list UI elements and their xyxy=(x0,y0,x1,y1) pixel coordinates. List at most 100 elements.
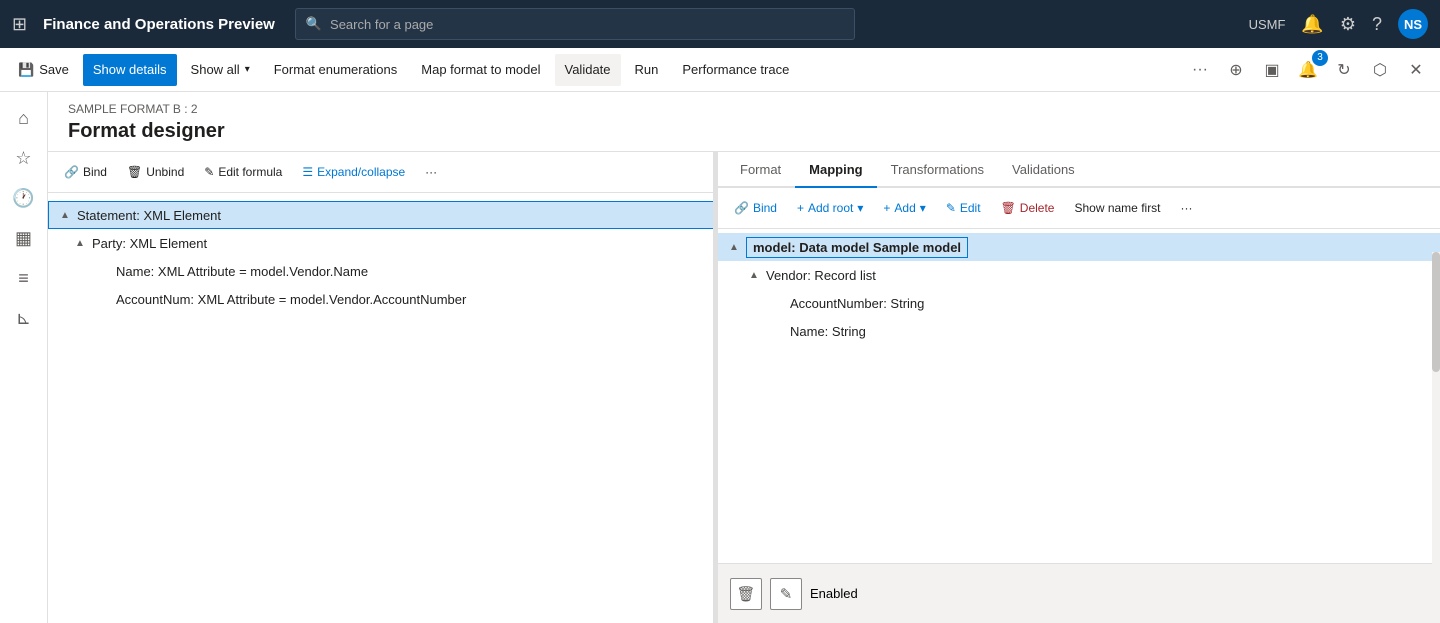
tab-transformations[interactable]: Transformations xyxy=(877,152,998,188)
designer-area: 🔗 Bind 🗑 Unbind ✎ Edit formula ☰ Expand/… xyxy=(48,152,1440,623)
user-avatar[interactable]: NS xyxy=(1398,9,1428,39)
tree-item-label: Name: XML Attribute = model.Vendor.Name xyxy=(116,264,368,279)
add-chevron-icon: ▾ xyxy=(920,201,926,215)
expand-collapse-button[interactable]: ☰ Expand/collapse xyxy=(294,158,413,186)
edit-formula-button[interactable]: ✎ Edit formula xyxy=(196,158,290,186)
right-bind-button[interactable]: 🔗 Bind xyxy=(726,194,785,222)
bind-button[interactable]: 🔗 Bind xyxy=(56,158,115,186)
add-root-icon: + xyxy=(797,201,804,215)
edit-button[interactable]: ✎ Edit xyxy=(938,194,989,222)
notification-badge: 3 xyxy=(1312,50,1328,66)
sidebar-favorites-icon[interactable]: ☆ xyxy=(6,140,42,176)
trash-icon: 🗑 xyxy=(736,585,755,603)
expand-icon: ☰ xyxy=(302,165,313,179)
open-in-new-button[interactable]: ⬡ xyxy=(1364,54,1396,86)
panel-toolbar: 🔗 Bind 🗑 Unbind ✎ Edit formula ☰ Expand/… xyxy=(48,152,717,193)
show-details-button[interactable]: Show details xyxy=(83,54,177,86)
sidebar-recent-icon[interactable]: 🕐 xyxy=(6,180,42,216)
model-item-label: Name: String xyxy=(790,324,866,339)
toggle-statement-icon: ▲ xyxy=(57,207,73,223)
command-bar-right: ··· ⊕ ▣ 🔔 3 ↻ ⬡ ✕ xyxy=(1184,54,1432,86)
show-all-chevron-icon: ▾ xyxy=(245,64,250,75)
show-name-first-button[interactable]: Show name first xyxy=(1066,194,1168,222)
save-icon: 💾 xyxy=(18,62,34,78)
scrollbar-thumb xyxy=(1432,252,1440,372)
toggle-accountnumber-icon xyxy=(770,295,786,311)
add-button[interactable]: + Add ▾ xyxy=(875,194,933,222)
validate-button[interactable]: Validate xyxy=(555,54,621,86)
delete-icon: 🗑 xyxy=(1001,201,1016,215)
model-item-label: Vendor: Record list xyxy=(766,268,876,283)
model-item-label: model: Data model Sample model xyxy=(746,237,968,258)
model-item-accountnumber[interactable]: AccountNumber: String xyxy=(718,289,1440,317)
bottom-section: 🗑 ✎ Enabled xyxy=(718,563,1440,623)
left-sidebar: ⌂ ☆ 🕐 ▦ ≡ ⊾ xyxy=(0,92,48,623)
tree-item-statement[interactable]: ▲ Statement: XML Element xyxy=(48,201,717,229)
pencil-icon: ✎ xyxy=(946,201,956,215)
right-scrollbar[interactable] xyxy=(1432,252,1440,623)
tree-item-label: Party: XML Element xyxy=(92,236,207,251)
model-item-label: AccountNumber: String xyxy=(790,296,924,311)
show-all-button[interactable]: Show all ▾ xyxy=(181,54,260,86)
more-options-button[interactable]: ··· xyxy=(1184,54,1216,86)
format-enumerations-button[interactable]: Format enumerations xyxy=(264,54,408,86)
unbind-button[interactable]: 🗑 Unbind xyxy=(119,158,192,186)
save-button[interactable]: 💾 Save xyxy=(8,54,79,86)
map-format-to-model-button[interactable]: Map format to model xyxy=(411,54,550,86)
top-nav-right: USMF 🔔 ⚙ ? NS xyxy=(1249,9,1428,39)
model-item-root[interactable]: ▲ model: Data model Sample model xyxy=(718,233,1440,261)
run-button[interactable]: Run xyxy=(625,54,669,86)
sidebar-filter-icon[interactable]: ⊾ xyxy=(6,300,42,336)
search-bar[interactable]: 🔍 Search for a page xyxy=(295,8,855,40)
help-icon[interactable]: ? xyxy=(1372,14,1382,35)
view-icon[interactable]: ▣ xyxy=(1256,54,1288,86)
link-icon: 🔗 xyxy=(64,165,79,179)
bottom-delete-button[interactable]: 🗑 xyxy=(730,578,762,610)
tab-validations[interactable]: Validations xyxy=(998,152,1089,188)
left-panel-more-button[interactable]: ··· xyxy=(417,158,445,186)
right-toolbar: 🔗 Bind + Add root ▾ + Add ▾ ✎ xyxy=(718,188,1440,229)
tree-item-party[interactable]: ▲ Party: XML Element xyxy=(48,229,717,257)
add-root-button[interactable]: + Add root ▾ xyxy=(789,194,871,222)
model-item-namestring[interactable]: Name: String xyxy=(718,317,1440,345)
page-title: Format designer xyxy=(68,120,1420,143)
page-header: SAMPLE FORMAT B : 2 Format designer xyxy=(48,92,1440,152)
close-button[interactable]: ✕ xyxy=(1400,54,1432,86)
refresh-button[interactable]: ↻ xyxy=(1328,54,1360,86)
delete-button[interactable]: 🗑 Delete xyxy=(993,194,1063,222)
tree-item-label: AccountNum: XML Attribute = model.Vendor… xyxy=(116,292,466,307)
panel-resize-handle[interactable] xyxy=(713,152,717,623)
connector-icon[interactable]: ⊕ xyxy=(1220,54,1252,86)
sidebar-workspaces-icon[interactable]: ▦ xyxy=(6,220,42,256)
search-icon: 🔍 xyxy=(306,16,322,32)
grid-icon[interactable]: ⊞ xyxy=(12,14,27,35)
status-label: Enabled xyxy=(810,586,858,601)
sidebar-home-icon[interactable]: ⌂ xyxy=(6,100,42,136)
org-label: USMF xyxy=(1249,17,1286,32)
settings-icon[interactable]: ⚙ xyxy=(1340,14,1356,35)
tree-item-label: Statement: XML Element xyxy=(77,208,221,223)
toggle-vendor-icon: ▲ xyxy=(746,267,762,283)
tab-mapping[interactable]: Mapping xyxy=(795,152,876,188)
notifications-icon[interactable]: 🔔 xyxy=(1301,14,1323,35)
performance-trace-button[interactable]: Performance trace xyxy=(672,54,799,86)
toggle-name-icon xyxy=(96,263,112,279)
tab-format[interactable]: Format xyxy=(726,152,795,188)
sidebar-modules-icon[interactable]: ≡ xyxy=(6,260,42,296)
tree-item-name[interactable]: Name: XML Attribute = model.Vendor.Name xyxy=(48,257,717,285)
notification-wrapper: 🔔 3 xyxy=(1292,54,1324,86)
tree-item-accountnum[interactable]: AccountNum: XML Attribute = model.Vendor… xyxy=(48,285,717,313)
unbind-icon: 🗑 xyxy=(127,165,142,179)
edit-icon: ✎ xyxy=(204,165,214,179)
right-more-button[interactable]: ··· xyxy=(1173,194,1201,222)
toggle-namestring-icon xyxy=(770,323,786,339)
bottom-edit-button[interactable]: ✎ xyxy=(770,578,802,610)
add-root-chevron-icon: ▾ xyxy=(857,201,863,215)
model-item-vendor[interactable]: ▲ Vendor: Record list xyxy=(718,261,1440,289)
command-bar: 💾 Save Show details Show all ▾ Format en… xyxy=(0,48,1440,92)
mapping-tabs: Format Mapping Transformations Validatio… xyxy=(718,152,1440,188)
model-tree: ▲ model: Data model Sample model ▲ Vendo… xyxy=(718,229,1440,563)
page-layout: ⌂ ☆ 🕐 ▦ ≡ ⊾ SAMPLE FORMAT B : 2 Format d… xyxy=(0,92,1440,623)
app-title: Finance and Operations Preview xyxy=(43,16,275,33)
add-icon: + xyxy=(883,201,890,215)
